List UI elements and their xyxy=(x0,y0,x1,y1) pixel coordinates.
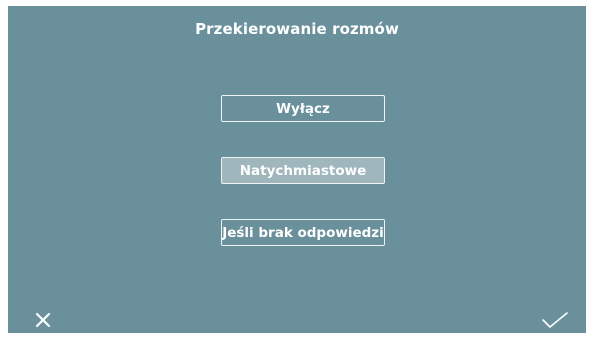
option-immediate-label: Natychmiastowe xyxy=(239,162,367,179)
option-immediate-button[interactable]: Natychmiastowe xyxy=(221,157,385,184)
check-icon xyxy=(542,312,568,328)
close-icon xyxy=(35,312,51,328)
call-forwarding-screen: Przekierowanie rozmów Wyłącz Natychmiast… xyxy=(8,6,586,333)
option-no-answer-button[interactable]: Jeśli brak odpowiedzi xyxy=(221,219,385,246)
confirm-button[interactable] xyxy=(540,305,570,335)
page-title: Przekierowanie rozmów xyxy=(195,20,399,38)
option-no-answer-label: Jeśli brak odpowiedzi xyxy=(222,224,384,241)
option-off-button[interactable]: Wyłącz xyxy=(221,95,385,122)
cancel-button[interactable] xyxy=(28,305,58,335)
option-off-label: Wyłącz xyxy=(276,100,330,117)
